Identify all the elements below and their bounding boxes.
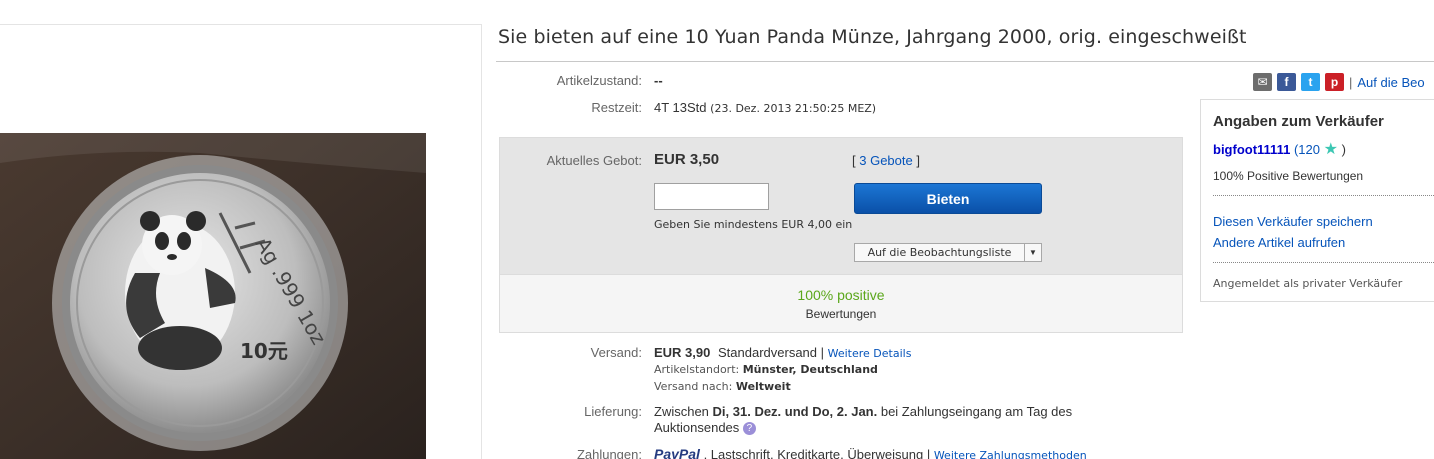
seller-identity: bigfoot11111 (120 ★ ) — [1213, 139, 1346, 159]
bid-button[interactable]: Bieten — [854, 183, 1042, 214]
condition-value: -- — [654, 73, 663, 88]
ships-to-value: Weltweit — [735, 380, 791, 393]
star-icon: ★ — [1323, 141, 1338, 158]
shipping-method: Standardversand | — [718, 345, 824, 360]
condition-label: Artikelzustand: — [556, 73, 642, 88]
min-bid-hint: Geben Sie mindestens EUR 4,00 ein — [654, 218, 853, 231]
time-left-label: Restzeit: — [591, 100, 642, 115]
shipping-label: Versand: — [590, 345, 642, 360]
seller-name-link[interactable]: bigfoot11111 — [1213, 142, 1290, 157]
current-bid-label: Aktuelles Gebot: — [546, 153, 642, 168]
chevron-down-icon[interactable]: ▼ — [1024, 244, 1041, 261]
seller-score-link[interactable]: (120 — [1294, 142, 1320, 157]
feedback-label: Bewertungen — [805, 307, 877, 321]
title-divider — [496, 61, 1434, 62]
save-seller-link[interactable]: Diesen Verkäufer speichern — [1213, 214, 1373, 229]
seller-divider — [1213, 262, 1434, 263]
shipping-line: EUR 3,90 Standardversand | Weitere Detai… — [654, 345, 911, 360]
seller-positive-feedback: 100% Positive Bewertungen — [1213, 169, 1364, 183]
more-payment-link[interactable]: Weitere Zahlungsmethoden — [934, 449, 1087, 459]
bid-count-open: [ — [852, 153, 856, 168]
add-to-watchlist-link[interactable]: Auf die Beo — [1357, 75, 1424, 90]
time-left-duration: 4T 13Std — [654, 100, 707, 115]
item-location-label: Artikelstandort: — [654, 363, 740, 376]
ships-to-label: Versand nach: — [654, 380, 733, 393]
item-location-value: Münster, Deutschland — [742, 363, 878, 376]
feedback-section — [500, 274, 1182, 332]
help-icon[interactable]: ? — [742, 422, 756, 436]
time-left-value: 4T 13Std (23. Dez. 2013 21:50:25 MEZ) — [654, 100, 876, 115]
seller-score-close: ) — [1341, 142, 1346, 157]
bid-amount-input[interactable] — [654, 183, 769, 210]
seller-heading: Angaben zum Verkäufer — [1213, 113, 1384, 130]
email-icon[interactable]: ✉ — [1253, 73, 1272, 91]
item-title: Sie bieten auf eine 10 Yuan Panda Münze,… — [498, 26, 1247, 48]
bid-history-link[interactable]: 3 Gebote — [859, 153, 913, 168]
payment-methods: , Lastschrift, Kreditkarte, Überweisung … — [703, 447, 931, 459]
bid-count: [ 3 Gebote ] — [852, 153, 920, 168]
seller-type: Angemeldet als privater Verkäufer — [1213, 277, 1403, 290]
shipping-price: EUR 3,90 — [654, 345, 711, 360]
share-separator: | — [1349, 74, 1353, 90]
share-bar: ✉ f t p | Auf die Beo — [1253, 73, 1425, 91]
coin-image: Ag .999 1oz 10元 — [0, 133, 426, 459]
item-location: Artikelstandort: Münster, Deutschland — [654, 363, 878, 376]
payment-line: PayPal , Lastschrift, Kreditkarte, Überw… — [654, 446, 1087, 459]
paypal-logo: PayPal — [654, 446, 700, 459]
time-left-end: (23. Dez. 2013 21:50:25 MEZ) — [710, 102, 877, 115]
watchlist-button[interactable]: Auf die Beobachtungsliste ▼ — [854, 243, 1042, 262]
payment-label: Zahlungen: — [576, 447, 642, 459]
shipping-details-link[interactable]: Weitere Details — [828, 347, 912, 360]
current-bid-value: EUR 3,50 — [654, 151, 720, 168]
delivery-text-after: bei Zahlungseingang am Tag des — [877, 404, 1073, 419]
seller-divider — [1213, 195, 1434, 196]
item-photo[interactable]: Ag .999 1oz 10元 — [0, 133, 426, 459]
delivery-dates: Di, 31. Dez. und Do, 2. Jan. — [712, 404, 878, 419]
delivery-text-before: Zwischen — [654, 404, 713, 419]
coin-denomination: 10元 — [240, 339, 288, 363]
seller-other-items-link[interactable]: Andere Artikel aufrufen — [1213, 235, 1345, 250]
twitter-icon[interactable]: t — [1301, 73, 1320, 91]
pinterest-icon[interactable]: p — [1325, 73, 1344, 91]
facebook-icon[interactable]: f — [1277, 73, 1296, 91]
delivery-text-line2: Auktionsendes — [654, 420, 740, 435]
watchlist-button-label: Auf die Beobachtungsliste — [867, 246, 1012, 259]
bid-count-close: ] — [916, 153, 920, 168]
ships-to: Versand nach: Weltweit — [654, 380, 791, 393]
delivery-text: Zwischen Di, 31. Dez. und Do, 2. Jan. be… — [654, 404, 1134, 436]
delivery-label: Lieferung: — [584, 404, 642, 419]
positive-feedback-percent: 100% positive — [797, 287, 885, 303]
